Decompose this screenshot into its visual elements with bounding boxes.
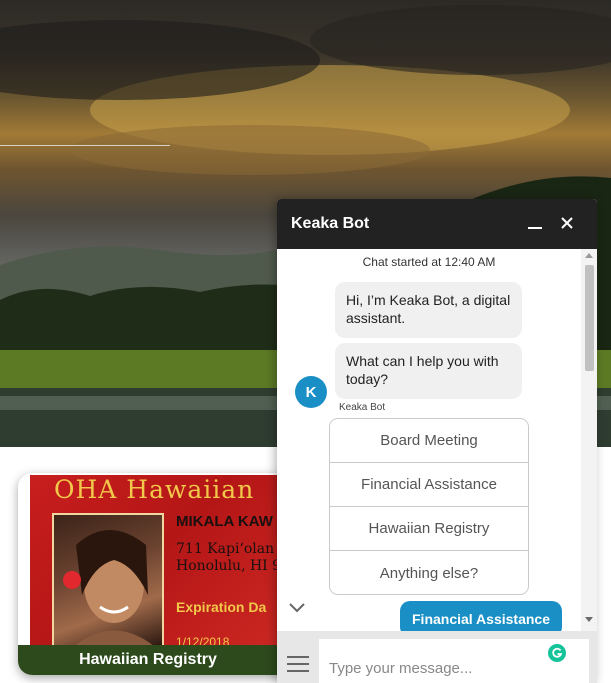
card-title: OHA Hawaiian xyxy=(54,475,255,504)
minimize-icon xyxy=(528,227,542,229)
chat-widget: Keaka Bot Chat started at 12:40 AM Hi, I… xyxy=(277,199,597,683)
scroll-to-bottom-button[interactable] xyxy=(287,601,307,615)
chevron-down-icon xyxy=(289,603,305,613)
user-message: Financial Assistance xyxy=(400,601,562,631)
bot-sender-label: Keaka Bot xyxy=(339,402,386,413)
close-button[interactable] xyxy=(556,212,578,234)
hawaiian-registry-card[interactable]: OHA Hawaiian MIKALA KAW 711 Kapiʻolan Ho… xyxy=(18,473,308,675)
chat-composer xyxy=(277,631,597,683)
bot-message: What can I help you with today? xyxy=(335,343,522,399)
option-anything-else[interactable]: Anything else? xyxy=(330,551,528,594)
hero-divider-line xyxy=(0,145,170,146)
chat-header: Keaka Bot xyxy=(277,199,597,249)
menu-button[interactable] xyxy=(287,656,309,672)
hamburger-menu-icon xyxy=(287,656,309,672)
card-portrait xyxy=(52,513,164,648)
option-hawaiian-registry[interactable]: Hawaiian Registry xyxy=(330,507,528,551)
option-board-meeting[interactable]: Board Meeting xyxy=(330,419,528,463)
bot-avatar: K xyxy=(295,376,327,408)
card-footer-label[interactable]: Hawaiian Registry xyxy=(18,645,308,675)
minimize-button[interactable] xyxy=(524,212,546,234)
registry-id-card-image: OHA Hawaiian MIKALA KAW 711 Kapiʻolan Ho… xyxy=(30,475,308,649)
portrait-illustration xyxy=(63,530,154,646)
scroll-up-arrow-icon[interactable] xyxy=(585,252,593,258)
close-icon xyxy=(561,217,573,229)
card-name: MIKALA KAW xyxy=(176,513,273,530)
scrollbar-thumb[interactable] xyxy=(585,265,594,371)
bot-message: Hi, I’m Keaka Bot, a digital assistant. xyxy=(335,282,522,338)
grammarly-icon[interactable] xyxy=(548,644,566,662)
quick-reply-options: Board Meeting Financial Assistance Hawai… xyxy=(329,418,529,595)
chat-transcript: Chat started at 12:40 AM Hi, I’m Keaka B… xyxy=(277,249,581,631)
card-expiration-label: Expiration Da xyxy=(176,599,267,615)
chat-started-timestamp: Chat started at 12:40 AM xyxy=(362,255,496,269)
scroll-down-arrow-icon[interactable] xyxy=(585,617,593,623)
chat-title: Keaka Bot xyxy=(291,215,370,232)
chat-scrollbar[interactable] xyxy=(581,249,597,631)
option-financial-assistance[interactable]: Financial Assistance xyxy=(330,463,528,507)
